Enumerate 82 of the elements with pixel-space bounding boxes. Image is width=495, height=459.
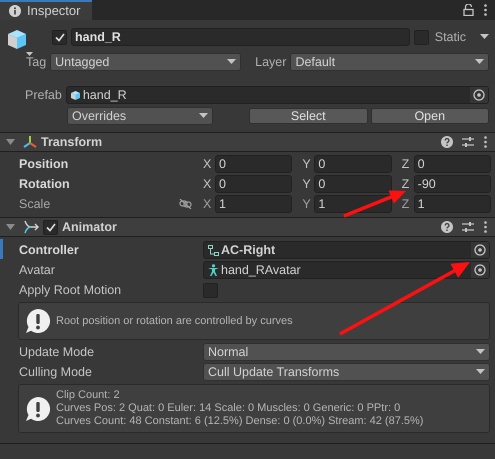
unlinked-chain-icon[interactable] xyxy=(179,199,192,209)
check-icon xyxy=(54,32,64,42)
help-text: Curves Count: 48 Constant: 6 (12.5%) Dense: 0 (0.0%) Stream: 42 (87.5%) xyxy=(56,415,424,428)
info-icon xyxy=(9,5,21,17)
fold-icon[interactable] xyxy=(5,224,15,230)
lock-icon[interactable] xyxy=(463,4,474,16)
help-text: Root position or rotation are controlled by curves xyxy=(56,314,293,328)
caret-icon xyxy=(476,349,485,355)
dropdown[interactable]: Normal xyxy=(203,343,490,361)
checkbox[interactable] xyxy=(43,220,58,234)
number-field[interactable]: 0 xyxy=(314,155,392,173)
property-label: Update Mode xyxy=(19,344,96,361)
fold-icon[interactable] xyxy=(5,138,15,146)
property-label: Scale xyxy=(19,196,52,213)
cube-icon xyxy=(70,90,81,100)
help-text: Curves Pos: 2 Quat: 0 Euler: 14 Scale: 0 Muscles: 0 Generic: 0 PPtr: 0 xyxy=(56,402,402,415)
warning-bubble-icon[interactable] xyxy=(24,307,52,335)
help-icon[interactable] xyxy=(441,221,453,233)
graph-icon[interactable] xyxy=(208,244,219,256)
caret-icon[interactable] xyxy=(480,34,489,40)
dropdown[interactable]: Untagged xyxy=(50,53,242,71)
animator-icon[interactable] xyxy=(23,220,39,234)
sliders-icon[interactable] xyxy=(462,221,474,233)
dropdown[interactable]: Cull Update Transforms xyxy=(203,363,490,381)
axis-label: X xyxy=(203,196,211,213)
more-icon[interactable] xyxy=(484,4,487,16)
target-icon[interactable] xyxy=(471,242,489,258)
caret-icon xyxy=(199,113,208,119)
object-field[interactable]: AC-Right xyxy=(203,241,490,259)
number-field[interactable]: 0 xyxy=(314,175,392,193)
dropdown[interactable]: Overrides xyxy=(67,107,213,125)
component-header[interactable]: Animator xyxy=(0,217,495,237)
property-label: Position xyxy=(19,156,70,173)
property-label: Rotation xyxy=(19,176,71,193)
target-icon[interactable] xyxy=(470,87,488,103)
axis-label: Z xyxy=(402,176,410,193)
component-title: Transform xyxy=(41,134,104,151)
component-title: Animator xyxy=(62,218,118,236)
number-field[interactable]: 1 xyxy=(215,195,292,213)
static-label: Static xyxy=(434,28,466,46)
axis-label: Y xyxy=(302,176,310,193)
property-label: Avatar xyxy=(19,262,56,279)
help-icon[interactable] xyxy=(441,136,453,148)
figure-icon[interactable] xyxy=(208,264,219,276)
number-field[interactable]: 1 xyxy=(414,195,491,213)
object-field[interactable]: hand_RAvatar xyxy=(203,261,490,279)
caret-icon xyxy=(476,369,485,375)
prefab-label: Prefab xyxy=(25,86,62,104)
prefab-field[interactable]: hand_R xyxy=(66,86,489,104)
axis-label: Z xyxy=(402,196,410,213)
layer-label: Layer xyxy=(255,54,286,71)
prefab-button[interactable]: Open xyxy=(370,108,489,124)
axis-label: X xyxy=(203,156,211,173)
axis-label: Y xyxy=(302,156,310,173)
axis-label: Y xyxy=(302,196,310,213)
number-field[interactable]: -90 xyxy=(414,175,491,193)
sliders-icon[interactable] xyxy=(462,136,474,148)
warning-bubble-icon[interactable] xyxy=(24,394,52,422)
inspector-tab[interactable]: Inspector xyxy=(0,0,92,20)
more-icon[interactable] xyxy=(484,221,487,233)
checkbox[interactable] xyxy=(52,30,67,44)
number-field[interactable]: 0 xyxy=(414,155,491,173)
target-icon[interactable] xyxy=(471,262,489,278)
caret-icon xyxy=(227,59,236,65)
axes-icon[interactable] xyxy=(23,135,37,149)
property-label: Apply Root Motion xyxy=(19,282,122,299)
help-text: Clip Count: 2 xyxy=(56,389,121,402)
more-icon[interactable] xyxy=(484,136,487,148)
dropdown[interactable]: Default xyxy=(290,53,489,71)
caret-icon xyxy=(475,59,484,65)
check-icon xyxy=(46,222,56,232)
prefab-button[interactable]: Select xyxy=(249,108,368,124)
axis-label: Z xyxy=(402,156,410,173)
override-marker xyxy=(0,239,3,259)
number-field[interactable]: 0 xyxy=(215,155,292,173)
property-label: Culling Mode xyxy=(19,364,93,381)
name-field[interactable]: hand_R xyxy=(71,28,410,46)
axis-label: X xyxy=(203,176,211,193)
tag-label: Tag xyxy=(26,54,46,71)
component-header[interactable]: Transform xyxy=(0,132,495,152)
number-field[interactable]: 0 xyxy=(215,175,292,193)
property-label: Controller xyxy=(19,242,80,259)
